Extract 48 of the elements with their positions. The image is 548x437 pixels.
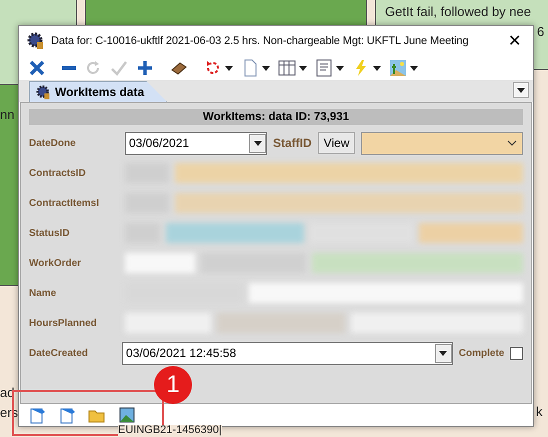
field-label: WorkOrder <box>29 258 82 268</box>
background-text: nn <box>0 108 14 122</box>
section-header: WorkItems: data ID: 73,931 <box>29 109 523 125</box>
caret-icon <box>299 66 307 70</box>
field-label: StaffID <box>273 136 312 150</box>
dropdown-button[interactable] <box>434 344 452 362</box>
caret-icon <box>410 66 418 70</box>
date-field[interactable]: 03/06/2021 <box>125 132 267 154</box>
landscape-icon <box>389 59 407 77</box>
caret-icon <box>373 66 381 70</box>
redo-icon <box>84 59 102 77</box>
datetime-field[interactable]: 03/06/2021 12:45:58 <box>122 342 453 364</box>
undo-icon <box>204 59 222 77</box>
close-icon <box>28 59 46 77</box>
chevron-icon <box>507 140 517 146</box>
background-text: EUINGB21-1456390| <box>118 425 222 436</box>
field-label: HoursPlanned <box>29 318 98 328</box>
field-label: StatusID <box>29 228 71 238</box>
background-text: GetIt fail, followed by nee <box>385 5 531 19</box>
picture-icon <box>118 406 136 424</box>
caret-icon <box>439 350 448 356</box>
view-button[interactable]: View <box>318 132 356 154</box>
caret-icon <box>225 66 233 70</box>
caret-icon <box>254 140 262 146</box>
check-icon <box>110 59 128 77</box>
checkbox[interactable] <box>510 346 523 360</box>
field-label: Complete <box>458 348 504 358</box>
gear-icon <box>27 32 45 50</box>
dropdown-button[interactable] <box>249 134 266 152</box>
field-label: Name <box>29 288 58 298</box>
grid-icon <box>278 59 296 77</box>
close-button[interactable]: ✕ <box>504 31 525 51</box>
caret-icon <box>517 88 525 92</box>
caret-icon <box>336 66 344 70</box>
plus-icon <box>136 59 154 77</box>
caret-icon <box>262 66 270 70</box>
background-text: k <box>536 405 542 419</box>
field-label: DateDone <box>29 138 77 148</box>
minus-icon <box>62 66 76 70</box>
window-title: Data for: C-10016-ukftlf 2021-06-03 2.5 hrs. Non-chargeable Mgt: UKFTL June Meeting <box>51 35 470 47</box>
form-icon <box>315 59 333 77</box>
gear-icon <box>36 84 51 100</box>
field-label: ContractItemsI <box>29 198 100 208</box>
field-label: DateCreated <box>29 348 89 358</box>
field-label: ContractsID <box>29 168 87 178</box>
menu-button[interactable] <box>513 82 529 98</box>
tab[interactable]: WorkItems data <box>29 81 168 102</box>
background-text: 6 <box>537 25 544 39</box>
